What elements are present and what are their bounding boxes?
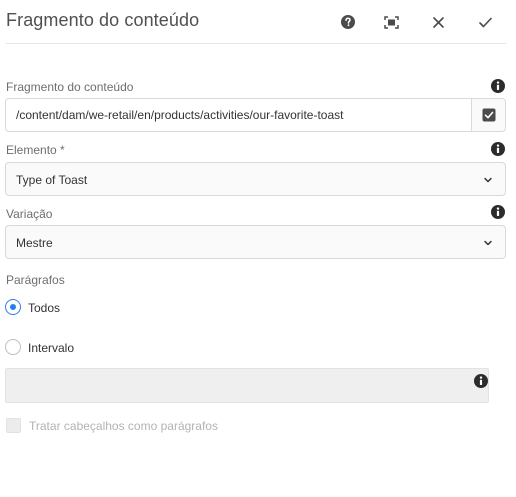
fragment-label: Fragmento do conteúdo [6, 80, 134, 94]
variation-select-value: Mestre [16, 236, 53, 250]
info-icon[interactable] [490, 204, 506, 220]
info-icon[interactable] [473, 373, 489, 389]
fragment-path-field [5, 98, 506, 132]
element-select-value: Type of Toast [16, 173, 88, 187]
range-input [5, 368, 489, 403]
info-icon[interactable] [490, 141, 506, 157]
headers-as-paragraphs-checkbox [6, 418, 21, 433]
chevron-down-icon [484, 177, 492, 183]
headers-as-paragraphs-label: Tratar cabeçalhos como parágrafos [29, 419, 218, 433]
help-button[interactable] [336, 10, 360, 34]
close-button[interactable] [426, 10, 450, 34]
paragraphs-label: Parágrafos [6, 273, 65, 287]
fragment-picker-button[interactable] [471, 99, 505, 131]
header-divider [6, 43, 506, 44]
element-label: Elemento * [6, 143, 65, 157]
fullscreen-icon [383, 15, 399, 29]
help-circle-icon [341, 15, 355, 29]
chevron-down-icon [484, 240, 492, 246]
radio-range-label[interactable]: Intervalo [28, 341, 74, 355]
fullscreen-button[interactable] [379, 10, 403, 34]
radio-range[interactable] [5, 339, 21, 355]
dialog-title: Fragmento do conteúdo [6, 10, 200, 30]
radio-all-label[interactable]: Todos [28, 301, 60, 315]
done-button[interactable] [473, 10, 497, 34]
checkmark-icon [478, 17, 492, 27]
picker-icon [482, 108, 495, 122]
info-icon[interactable] [490, 78, 506, 94]
radio-all[interactable] [5, 299, 21, 315]
dialog-header: Fragmento do conteúdo [0, 0, 516, 44]
close-icon [432, 16, 444, 28]
variation-select[interactable]: Mestre [5, 225, 506, 259]
fragment-path-input[interactable] [6, 99, 471, 131]
element-select[interactable]: Type of Toast [5, 162, 506, 196]
variation-label: Variação [6, 207, 53, 221]
